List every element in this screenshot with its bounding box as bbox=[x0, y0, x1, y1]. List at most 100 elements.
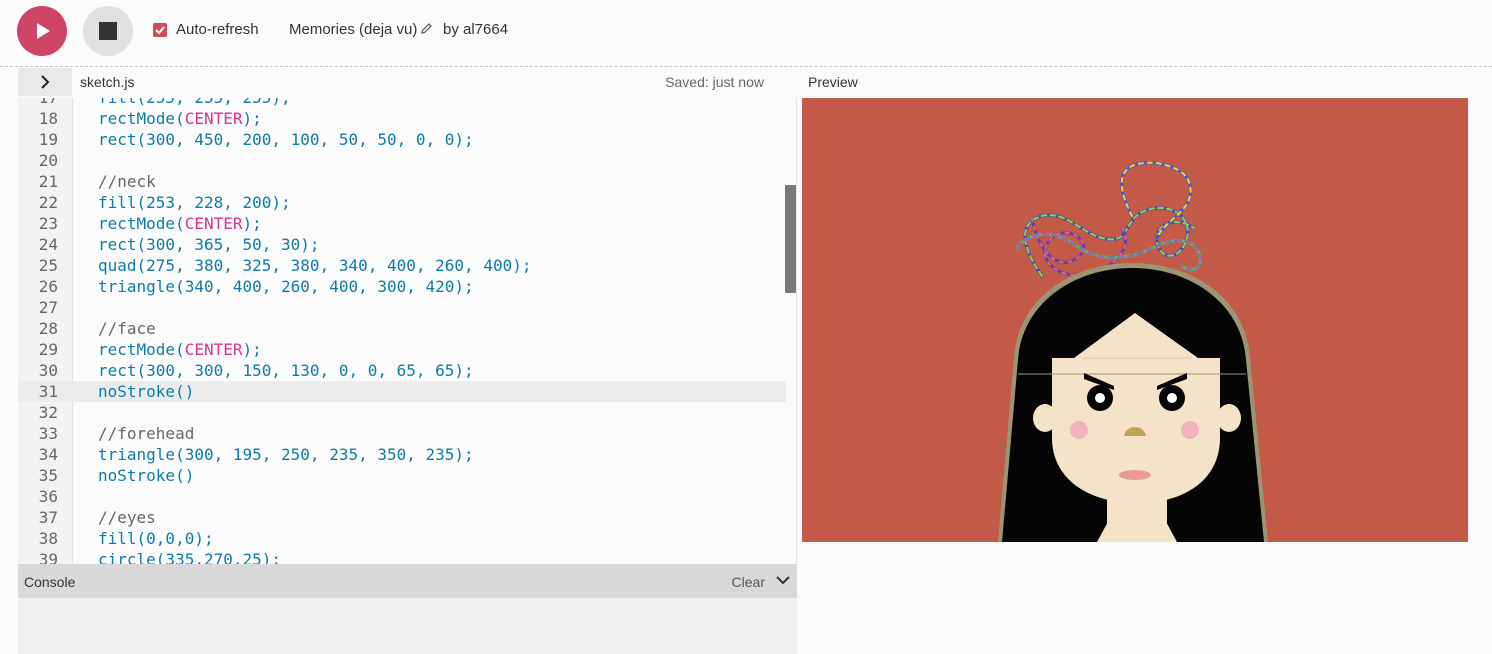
code-text[interactable]: fill(255, 255, 255); bbox=[98, 98, 291, 108]
code-text[interactable]: rectMode(CENTER); bbox=[98, 108, 262, 129]
code-token: fill(253, 228, 200); bbox=[98, 193, 291, 212]
console-title: Console bbox=[24, 574, 76, 590]
code-text[interactable]: rectMode(CENTER); bbox=[98, 339, 262, 360]
code-text[interactable]: rectMode(CENTER); bbox=[98, 213, 262, 234]
line-number: 18 bbox=[38, 109, 58, 128]
line-number: 32 bbox=[38, 403, 58, 422]
code-line[interactable]: 36 bbox=[18, 486, 786, 507]
code-editor[interactable]: 17fill(255, 255, 255);18rectMode(CENTER)… bbox=[18, 98, 797, 564]
code-line[interactable]: 26 triangle(340, 400, 260, 400, 300, 420)… bbox=[18, 276, 786, 297]
code-token: rectMode( bbox=[98, 340, 185, 359]
code-keyword: CENTER bbox=[184, 340, 243, 359]
line-number: 39 bbox=[38, 550, 58, 564]
project-name[interactable]: Memories (deja vu) bbox=[289, 21, 417, 38]
play-icon bbox=[37, 23, 50, 39]
line-number: 29 bbox=[38, 340, 58, 359]
code-text[interactable]: rect(300, 365, 50, 30); bbox=[98, 234, 320, 255]
check-icon bbox=[155, 26, 165, 35]
line-number: 37 bbox=[38, 508, 58, 527]
line-number: 25 bbox=[38, 256, 58, 275]
code-line[interactable]: 37 //eyes bbox=[18, 507, 786, 528]
line-number: 33 bbox=[38, 424, 58, 443]
code-text[interactable]: triangle(300, 195, 250, 235, 350, 235); bbox=[98, 444, 474, 465]
console-clear-button[interactable]: Clear bbox=[732, 574, 765, 590]
stop-icon bbox=[99, 22, 117, 40]
code-text[interactable]: //face bbox=[98, 318, 156, 339]
code-text[interactable]: noStroke() bbox=[98, 465, 194, 486]
code-token: quad(275, 380, 325, 380, 340, 400, 260, … bbox=[98, 256, 532, 275]
code-line[interactable]: 33 //forehead bbox=[18, 423, 786, 444]
code-token: triangle(340, 400, 260, 400, 300, 420); bbox=[98, 277, 474, 296]
file-name[interactable]: sketch.js bbox=[80, 74, 134, 90]
play-button[interactable] bbox=[17, 6, 67, 56]
line-number: 26 bbox=[38, 277, 58, 296]
line-number: 17 bbox=[18, 98, 58, 108]
editor-header: sketch.js Saved: just now bbox=[18, 68, 797, 98]
pencil-icon[interactable] bbox=[420, 22, 433, 40]
code-token: noStroke() bbox=[98, 382, 195, 401]
expand-sidebar-button[interactable] bbox=[18, 68, 72, 96]
code-line[interactable]: 24 rect(300, 365, 50, 30); bbox=[18, 234, 786, 255]
line-number: 31 bbox=[38, 382, 58, 401]
code-comment: //forehead bbox=[98, 424, 195, 443]
code-text[interactable]: rect(300, 300, 150, 130, 0, 0, 65, 65); bbox=[98, 360, 474, 381]
author-link[interactable]: by al7664 bbox=[443, 21, 508, 38]
code-line[interactable]: 31 noStroke() bbox=[18, 381, 786, 402]
line-number: 27 bbox=[38, 298, 58, 317]
code-text[interactable]: noStroke() bbox=[98, 381, 194, 402]
code-token: rect(300, 450, 200, 100, 50, 50, 0, 0); bbox=[98, 130, 474, 149]
code-line[interactable]: 19 rect(300, 450, 200, 100, 50, 50, 0, 0)… bbox=[18, 129, 786, 150]
code-text[interactable]: quad(275, 380, 325, 380, 340, 400, 260, … bbox=[98, 255, 531, 276]
code-line[interactable]: 38 fill(0,0,0); bbox=[18, 528, 786, 549]
line-number: 38 bbox=[38, 529, 58, 548]
code-line[interactable]: 30 rect(300, 300, 150, 130, 0, 0, 65, 65)… bbox=[18, 360, 786, 381]
code-line[interactable]: 27 bbox=[18, 297, 786, 318]
code-text[interactable]: //eyes bbox=[98, 507, 156, 528]
code-text[interactable]: fill(253, 228, 200); bbox=[98, 192, 291, 213]
code-line[interactable]: 25 quad(275, 380, 325, 380, 340, 400, 260… bbox=[18, 255, 786, 276]
code-line[interactable]: 35 noStroke() bbox=[18, 465, 786, 486]
code-line[interactable]: 34 triangle(300, 195, 250, 235, 350, 235)… bbox=[18, 444, 786, 465]
code-line[interactable]: 29 rectMode(CENTER); bbox=[18, 339, 786, 360]
code-keyword: CENTER bbox=[184, 214, 243, 233]
code-token: rect(300, 300, 150, 130, 0, 0, 65, 65); bbox=[98, 361, 474, 380]
code-text[interactable]: //forehead bbox=[98, 423, 194, 444]
stop-button[interactable] bbox=[83, 6, 133, 56]
code-line[interactable]: 28 //face bbox=[18, 318, 786, 339]
line-number: 30 bbox=[38, 361, 58, 380]
auto-refresh-checkbox[interactable] bbox=[153, 23, 167, 37]
line-number: 22 bbox=[38, 193, 58, 212]
code-text[interactable]: triangle(340, 400, 260, 400, 300, 420); bbox=[98, 276, 474, 297]
code-text[interactable]: fill(0,0,0); bbox=[98, 528, 214, 549]
editor-scrollbar[interactable] bbox=[785, 185, 796, 293]
line-number: 36 bbox=[38, 487, 58, 506]
code-text[interactable]: //neck bbox=[98, 171, 156, 192]
line-number: 23 bbox=[38, 214, 58, 233]
code-line[interactable]: 39 circle(335,270,25); bbox=[18, 549, 786, 564]
code-token: ); bbox=[242, 214, 262, 233]
code-token: fill(0,0,0); bbox=[98, 529, 214, 548]
code-line[interactable]: 22 fill(253, 228, 200); bbox=[18, 192, 786, 213]
code-line[interactable]: 32 bbox=[18, 402, 786, 423]
code-line[interactable]: 18 rectMode(CENTER); bbox=[18, 108, 786, 129]
code-token: ); bbox=[242, 340, 262, 359]
chevron-down-icon[interactable] bbox=[775, 573, 791, 591]
code-token: circle(335,270,25); bbox=[98, 550, 282, 564]
code-comment: //neck bbox=[98, 172, 156, 191]
preview-canvas[interactable] bbox=[802, 98, 1468, 542]
console-output bbox=[18, 598, 797, 654]
auto-refresh-label[interactable]: Auto-refresh bbox=[176, 21, 259, 38]
code-token: fill(255, 255, 255); bbox=[98, 98, 291, 107]
code-token: noStroke() bbox=[98, 466, 195, 485]
code-text[interactable]: circle(335,270,25); bbox=[98, 549, 281, 564]
divider bbox=[0, 66, 1492, 67]
code-line[interactable]: 17 fill(255, 255, 255); bbox=[18, 98, 786, 108]
code-lines[interactable]: 17fill(255, 255, 255);18rectMode(CENTER)… bbox=[18, 98, 786, 564]
code-line[interactable]: 21 //neck bbox=[18, 171, 786, 192]
code-line[interactable]: 20 bbox=[18, 150, 786, 171]
toolbar: Auto-refresh Memories (deja vu) by al766… bbox=[0, 0, 1492, 64]
line-number: 34 bbox=[38, 445, 58, 464]
code-token: triangle(300, 195, 250, 235, 350, 235); bbox=[98, 445, 474, 464]
code-text[interactable]: rect(300, 450, 200, 100, 50, 50, 0, 0); bbox=[98, 129, 474, 150]
code-line[interactable]: 23 rectMode(CENTER); bbox=[18, 213, 786, 234]
